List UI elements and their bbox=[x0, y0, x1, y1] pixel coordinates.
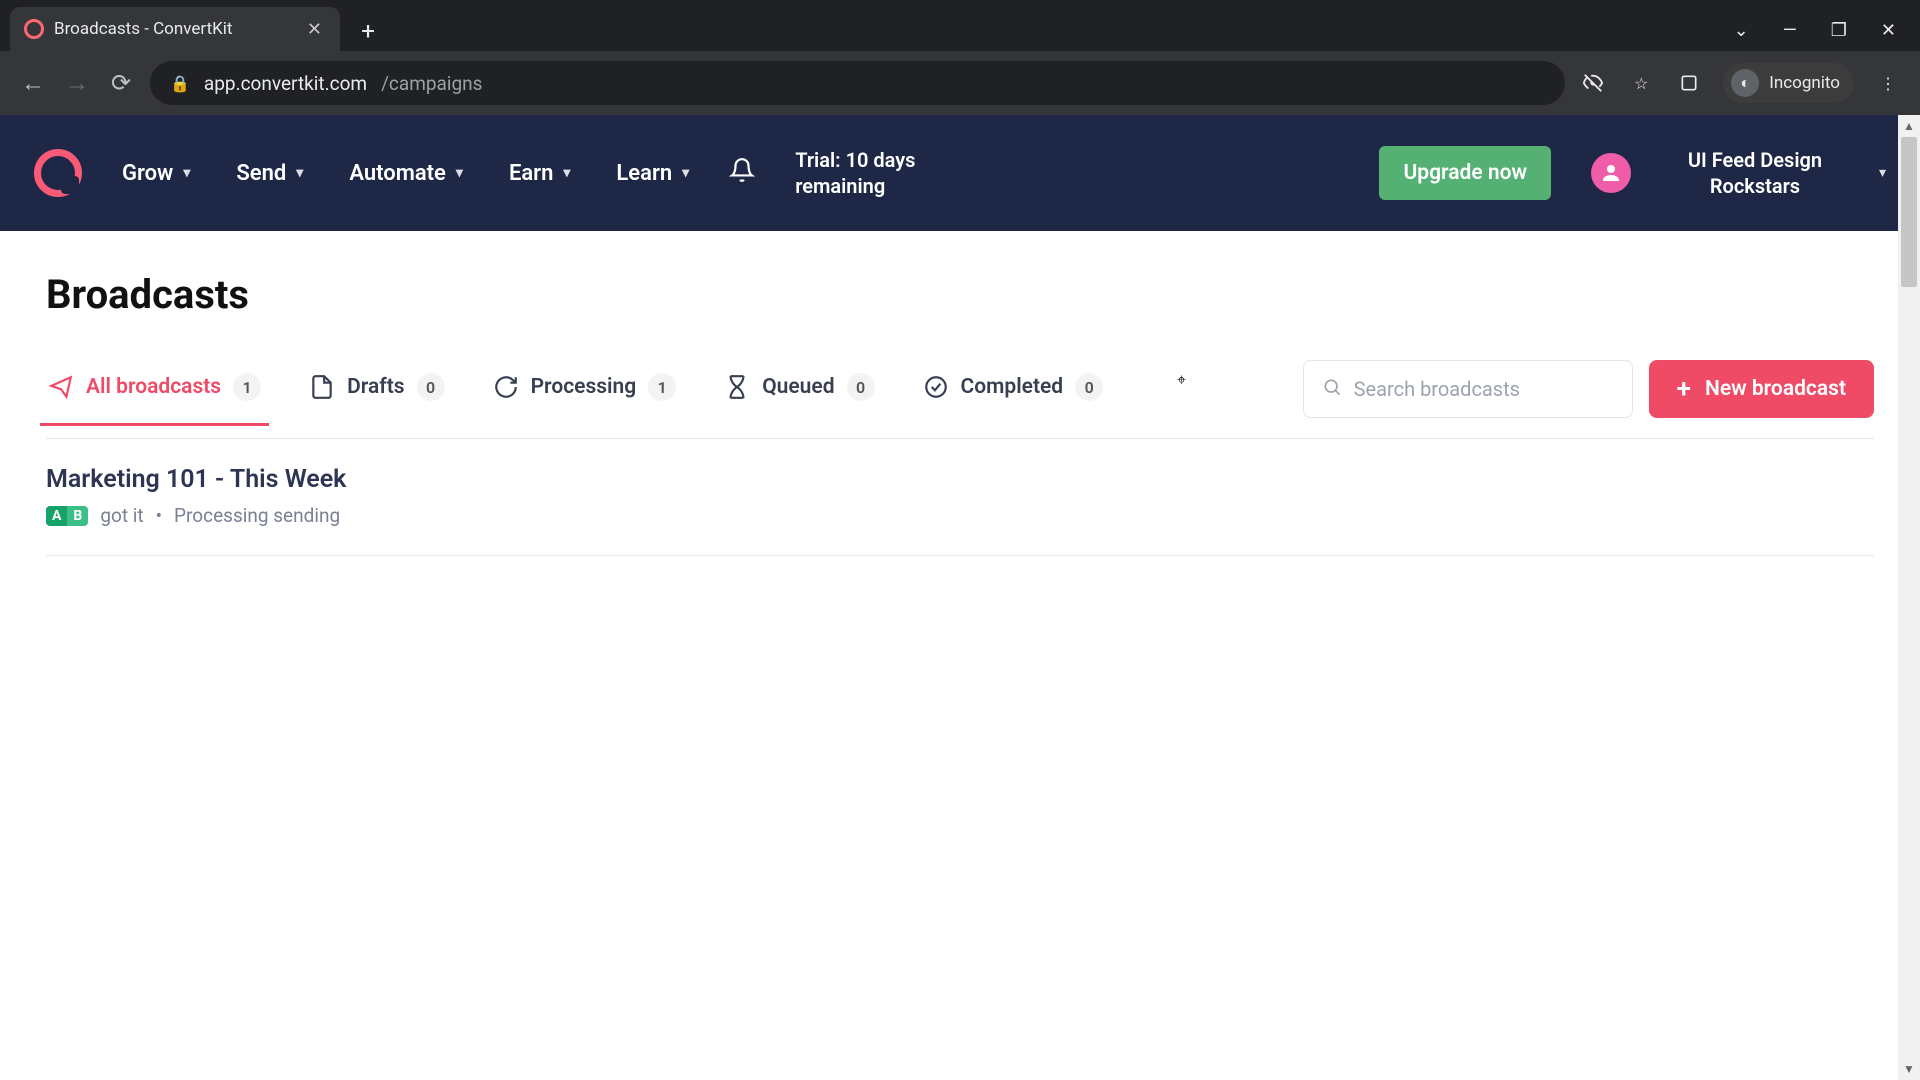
new-tab-button[interactable]: + bbox=[350, 13, 386, 49]
tab-label: Drafts bbox=[347, 375, 404, 399]
broadcast-row[interactable]: Marketing 101 - This Week AB got it • Pr… bbox=[46, 439, 1874, 556]
ab-test-badge: AB bbox=[46, 506, 88, 526]
tab-drafts[interactable]: Drafts 0 bbox=[307, 373, 446, 425]
url-host: app.convertkit.com bbox=[204, 72, 367, 95]
main-nav: Grow ▾ Send ▾ Automate ▾ Earn ▾ Learn ▾ bbox=[122, 161, 689, 186]
maximize-icon[interactable]: ❐ bbox=[1831, 20, 1847, 41]
nav-grow[interactable]: Grow ▾ bbox=[122, 161, 190, 186]
chevron-down-icon: ▾ bbox=[183, 165, 190, 181]
upgrade-button[interactable]: Upgrade now bbox=[1379, 146, 1551, 200]
new-broadcast-label: New broadcast bbox=[1705, 377, 1846, 401]
convertkit-logo-icon[interactable] bbox=[34, 149, 82, 197]
nav-label: Automate bbox=[349, 161, 446, 186]
incognito-badge[interactable]: ◐ Incognito bbox=[1723, 63, 1854, 103]
tab-title: Broadcasts - ConvertKit bbox=[54, 19, 233, 39]
star-icon[interactable]: ☆ bbox=[1627, 69, 1655, 97]
app-header: Grow ▾ Send ▾ Automate ▾ Earn ▾ Learn ▾ Trial… bbox=[0, 115, 1920, 231]
minimize-icon[interactable]: ― bbox=[1783, 20, 1797, 41]
plus-icon: + bbox=[1677, 376, 1691, 402]
nav-label: Send bbox=[236, 161, 286, 186]
account-name: UI Feed Design Rockstars bbox=[1655, 147, 1855, 199]
completed-icon bbox=[923, 374, 949, 400]
extensions-icon[interactable] bbox=[1675, 69, 1703, 97]
queued-icon bbox=[724, 374, 750, 400]
incognito-icon: ◐ bbox=[1731, 69, 1759, 97]
tab-label: Processing bbox=[531, 375, 637, 399]
lock-icon: 🔒 bbox=[170, 74, 190, 93]
tab-processing[interactable]: Processing 1 bbox=[491, 373, 679, 425]
url-path: /campaigns bbox=[381, 72, 482, 95]
tab-completed[interactable]: Completed 0 bbox=[921, 373, 1106, 425]
nav-send[interactable]: Send ▾ bbox=[236, 161, 303, 186]
chevron-down-icon: ▾ bbox=[682, 165, 689, 181]
chevron-down-icon: ▾ bbox=[563, 165, 570, 181]
chevron-down-icon: ▾ bbox=[456, 165, 463, 181]
tab-label: All broadcasts bbox=[86, 375, 221, 399]
broadcast-meta: AB got it • Processing sending bbox=[46, 504, 1874, 527]
broadcast-title: Marketing 101 - This Week bbox=[46, 465, 1874, 494]
tab-label: Completed bbox=[961, 375, 1064, 399]
avatar-icon bbox=[1591, 153, 1631, 193]
convertkit-favicon-icon bbox=[24, 19, 44, 39]
window-controls: ⌄ ― ❐ ✕ bbox=[1734, 20, 1920, 51]
search-icon bbox=[1322, 377, 1342, 401]
tab-count: 1 bbox=[233, 373, 261, 401]
tab-queued[interactable]: Queued 0 bbox=[722, 373, 876, 425]
chevron-down-icon: ▾ bbox=[1879, 165, 1886, 181]
nav-label: Grow bbox=[122, 161, 173, 186]
search-input-wrap[interactable] bbox=[1303, 360, 1633, 418]
nav-label: Earn bbox=[509, 161, 553, 186]
close-tab-icon[interactable]: ✕ bbox=[307, 19, 322, 40]
new-broadcast-button[interactable]: + New broadcast bbox=[1649, 360, 1874, 418]
broadcast-subject: got it bbox=[100, 504, 143, 527]
all-icon bbox=[48, 374, 74, 400]
bell-icon[interactable] bbox=[729, 157, 755, 189]
close-window-icon[interactable]: ✕ bbox=[1881, 20, 1896, 41]
trial-status: Trial: 10 days remaining bbox=[795, 147, 975, 199]
scroll-up-icon[interactable]: ▲ bbox=[1898, 115, 1920, 137]
reload-button[interactable]: ⟳ bbox=[106, 68, 136, 98]
tab-label: Queued bbox=[762, 375, 834, 399]
broadcast-status: Processing sending bbox=[174, 504, 340, 527]
eye-off-icon[interactable] bbox=[1579, 69, 1607, 97]
browser-toolbar: ← → ⟳ 🔒 app.convertkit.com/campaigns ☆ ◐… bbox=[0, 51, 1920, 115]
drafts-icon bbox=[309, 374, 335, 400]
account-menu[interactable]: UI Feed Design Rockstars ▾ bbox=[1591, 147, 1886, 199]
browser-tab[interactable]: Broadcasts - ConvertKit ✕ bbox=[10, 7, 340, 51]
page-title: Broadcasts bbox=[46, 271, 1874, 318]
scroll-down-icon[interactable]: ▼ bbox=[1898, 1058, 1920, 1080]
nav-label: Learn bbox=[616, 161, 672, 186]
chevron-down-icon: ▾ bbox=[296, 165, 303, 181]
browser-titlebar: Broadcasts - ConvertKit ✕ + ⌄ ― ❐ ✕ bbox=[0, 0, 1920, 51]
tab-count: 0 bbox=[1075, 373, 1103, 401]
incognito-label: Incognito bbox=[1769, 73, 1840, 93]
tab-count: 1 bbox=[648, 373, 676, 401]
kebab-menu-icon[interactable]: ⋮ bbox=[1874, 69, 1902, 97]
address-bar[interactable]: 🔒 app.convertkit.com/campaigns bbox=[150, 61, 1565, 105]
back-button[interactable]: ← bbox=[18, 68, 48, 98]
filter-toolbar: All broadcasts 1 Drafts 0 Processing 1 Q… bbox=[46, 360, 1874, 439]
scrollbar[interactable]: ▲ ▼ bbox=[1898, 115, 1920, 1080]
nav-earn[interactable]: Earn ▾ bbox=[509, 161, 570, 186]
processing-icon bbox=[493, 374, 519, 400]
tab-all[interactable]: All broadcasts 1 bbox=[46, 373, 263, 425]
search-input[interactable] bbox=[1354, 377, 1614, 401]
scroll-thumb[interactable] bbox=[1901, 137, 1917, 287]
nav-automate[interactable]: Automate ▾ bbox=[349, 161, 463, 186]
chevron-down-icon[interactable]: ⌄ bbox=[1734, 20, 1749, 41]
tab-count: 0 bbox=[847, 373, 875, 401]
forward-button[interactable]: → bbox=[62, 68, 92, 98]
tab-count: 0 bbox=[417, 373, 445, 401]
nav-learn[interactable]: Learn ▾ bbox=[616, 161, 689, 186]
